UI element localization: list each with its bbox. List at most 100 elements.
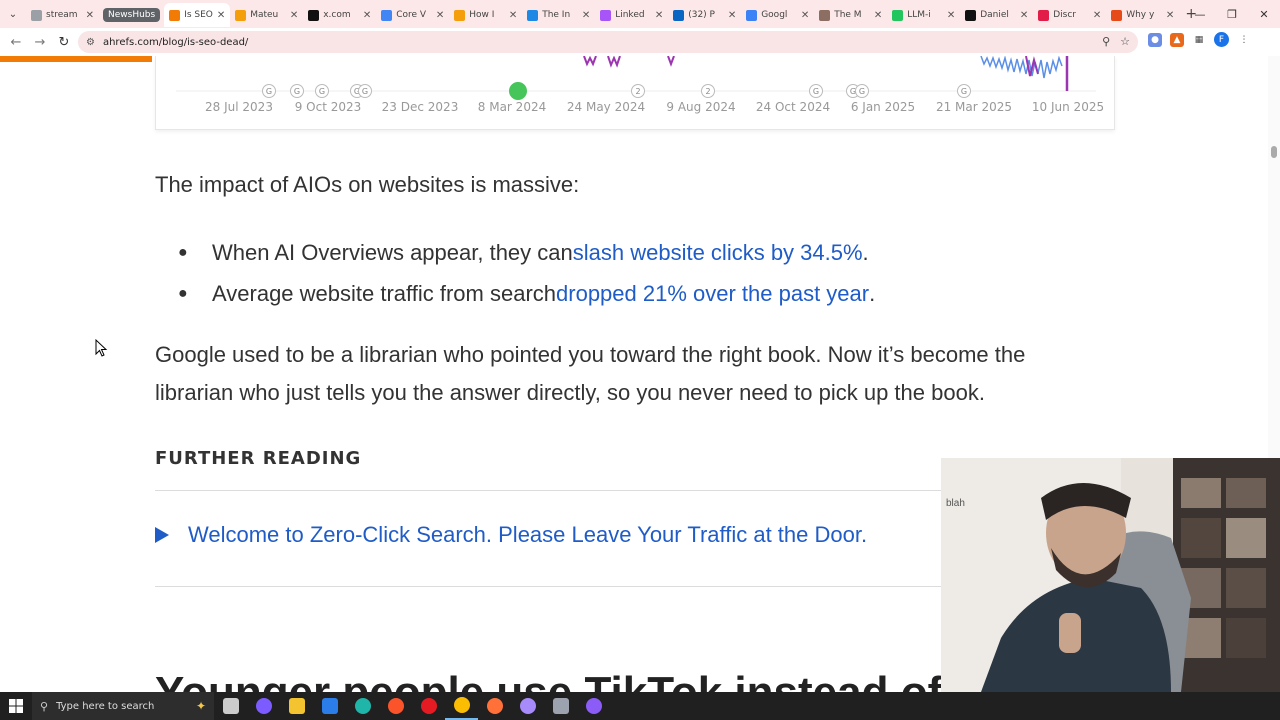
chart-date-label: 10 Jun 2025 [1031, 100, 1105, 114]
chart-update-pin[interactable]: G [855, 84, 869, 98]
tab-close-icon[interactable]: ✕ [655, 10, 663, 21]
taskbar-app-gear-button[interactable] [544, 692, 577, 720]
zoom-icon[interactable]: ⚲ [1102, 35, 1110, 48]
section-heading: Younger people use TikTok instead of [155, 668, 942, 692]
traffic-stat-link[interactable]: dropped 21% over the past year [556, 281, 869, 307]
chart-update-pin[interactable]: 2 [631, 84, 645, 98]
further-reading-item[interactable]: Welcome to Zero-Click Search. Please Lea… [155, 522, 867, 548]
extensions-puzzle-icon[interactable]: ▦ [1192, 33, 1206, 47]
tab-search-dropdown[interactable]: ⌄ [0, 0, 26, 28]
chart-update-pin[interactable]: G [290, 84, 304, 98]
chart-update-pin[interactable]: G [957, 84, 971, 98]
tab-close-icon[interactable]: ✕ [509, 10, 517, 21]
tab-close-icon[interactable]: ✕ [436, 10, 444, 21]
tab-close-icon[interactable]: ✕ [1166, 10, 1174, 21]
browser-tab[interactable]: Googl ✕ [741, 3, 814, 27]
browser-tab[interactable]: Why y ✕ [1106, 3, 1179, 27]
back-button[interactable]: ← [4, 30, 28, 54]
chart-update-pin[interactable]: G [358, 84, 372, 98]
browser-tab[interactable]: The In ✕ [522, 3, 595, 27]
chart-update-pin[interactable]: G [262, 84, 276, 98]
taskbar-app-blue-button[interactable] [313, 692, 346, 720]
taskbar-copilot-button[interactable] [247, 692, 280, 720]
taskbar-edge-button[interactable] [346, 692, 379, 720]
taskbar-file-explorer-button[interactable] [280, 692, 313, 720]
tab-close-icon[interactable]: ✕ [728, 10, 736, 21]
close-window-icon[interactable]: ✕ [1248, 0, 1280, 28]
start-button[interactable] [0, 692, 32, 720]
further-reading-link[interactable]: Welcome to Zero-Click Search. Please Lea… [188, 522, 867, 548]
tab-favicon-icon [527, 9, 539, 21]
tab-close-icon[interactable]: ✕ [217, 10, 225, 21]
chart-date-label: 28 Jul 2023 [205, 100, 273, 114]
firefox-icon [486, 698, 503, 714]
tab-close-icon[interactable]: ✕ [1020, 10, 1028, 21]
taskbar-opera-button[interactable] [412, 692, 445, 720]
chart-update-pin[interactable]: G [809, 84, 823, 98]
chart-date-label: 23 Dec 2023 [381, 100, 459, 114]
tab-label: Discr [1053, 10, 1076, 20]
address-bar[interactable]: ⚙ ahrefs.com/blog/is-seo-dead/ ⚲ ☆ [78, 31, 1138, 53]
app-gear-icon [552, 698, 569, 714]
tab-group-chip[interactable]: NewsHubs [99, 3, 164, 27]
profile-avatar[interactable]: F [1214, 32, 1229, 47]
restore-icon[interactable]: ❐ [1216, 0, 1248, 28]
tab-label: Core V [396, 10, 427, 20]
taskbar-task-view-button[interactable] [214, 692, 247, 720]
webcam-whiteboard-text: blah [946, 498, 965, 509]
impact-list: ● When AI Overviews appear, they can sla… [178, 232, 875, 314]
minimize-icon[interactable]: — [1184, 0, 1216, 28]
taskbar-apps [214, 692, 610, 720]
tab-close-icon[interactable]: ✕ [86, 10, 94, 21]
chart-series-blue [980, 56, 1063, 79]
browser-tab[interactable]: Daniel ✕ [960, 3, 1033, 27]
browser-tab[interactable]: How I ✕ [449, 3, 522, 27]
intro-paragraph: The impact of AIOs on websites is massiv… [155, 172, 580, 197]
extension-icon-2[interactable]: ▲ [1170, 32, 1184, 47]
traffic-chart: GGGGG22GGGG 28 Jul 2023 9 Oct 2023 23 Dec … [155, 56, 1115, 130]
browser-tab[interactable]: x.com ✕ [303, 3, 376, 27]
tab-close-icon[interactable]: ✕ [582, 10, 590, 21]
list-item: ● Average website traffic from search dr… [178, 273, 875, 314]
tab-close-icon[interactable]: ✕ [1093, 10, 1101, 21]
browser-tab[interactable]: (32) P ✕ [668, 3, 741, 27]
browser-tab[interactable]: Core V ✕ [376, 3, 449, 27]
bookmark-star-icon[interactable]: ☆ [1120, 35, 1130, 48]
chart-update-pin[interactable]: 2 [701, 84, 715, 98]
tab-favicon-icon [381, 9, 393, 21]
browser-tab[interactable]: stream ✕ [26, 3, 99, 27]
tab-close-icon[interactable]: ✕ [947, 10, 955, 21]
browser-tab[interactable]: Mateu ✕ [230, 3, 303, 27]
browser-menu-icon[interactable]: ⋮ [1237, 33, 1251, 47]
taskbar-app-purple-button[interactable] [577, 692, 610, 720]
taskbar-search[interactable]: ⚲ Type here to search ✦ [32, 692, 214, 720]
forward-button[interactable]: → [28, 30, 52, 54]
reload-button[interactable]: ↻ [52, 30, 76, 54]
tab-close-icon[interactable]: ✕ [290, 10, 298, 21]
tab-close-icon[interactable]: ✕ [801, 10, 809, 21]
extension-icon-1[interactable]: ● [1148, 32, 1162, 47]
scrollbar-thumb[interactable] [1271, 146, 1277, 158]
taskbar-firefox-button[interactable] [478, 692, 511, 720]
site-info-icon[interactable]: ⚙ [86, 37, 95, 48]
brave-icon [387, 698, 404, 714]
browser-tab[interactable]: LLM-i ✕ [887, 3, 960, 27]
browser-tab[interactable]: Discr ✕ [1033, 3, 1106, 27]
taskbar-brave-button[interactable] [379, 692, 412, 720]
browser-tab[interactable]: The M ✕ [814, 3, 887, 27]
browser-tab[interactable]: Linked ✕ [595, 3, 668, 27]
tab-favicon-icon [169, 9, 181, 21]
librarian-paragraph: Google used to be a librarian who pointe… [155, 336, 1135, 412]
app-blue-icon [321, 698, 338, 714]
browser-tab[interactable]: Is SEO ✕ [164, 3, 231, 27]
clicks-stat-link[interactable]: slash website clicks by 34.5% [573, 240, 863, 266]
librarian-line-2: librarian who just tells you the answer … [155, 380, 985, 405]
chart-selected-pin[interactable] [509, 82, 527, 100]
chart-update-pin[interactable]: G [315, 84, 329, 98]
tab-favicon-icon [308, 9, 320, 21]
taskbar-chrome-button[interactable] [445, 692, 478, 720]
tab-close-icon[interactable]: ✕ [363, 10, 371, 21]
tab-strip: ⌄ stream ✕ NewsHubs Is SEO ✕ Mateu ✕ x.com ✕ Core… [0, 0, 1280, 28]
taskbar-app-round-button[interactable] [511, 692, 544, 720]
tab-close-icon[interactable]: ✕ [874, 10, 882, 21]
